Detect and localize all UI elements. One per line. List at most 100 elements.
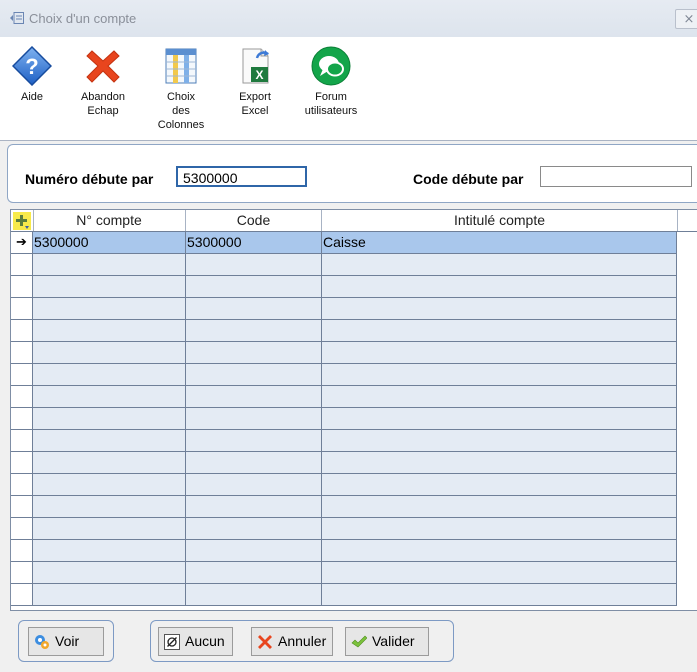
cell-numero[interactable]: [33, 496, 186, 518]
forum-button[interactable]: Forum utilisateurs: [298, 37, 364, 118]
cell-intitule[interactable]: [322, 276, 677, 298]
cell-numero[interactable]: [33, 320, 186, 342]
cell-intitule[interactable]: [322, 452, 677, 474]
row-indicator[interactable]: [11, 452, 33, 474]
cell-code[interactable]: [186, 474, 322, 496]
cell-code[interactable]: [186, 540, 322, 562]
cell-numero[interactable]: [33, 408, 186, 430]
choix-colonnes-button[interactable]: Choix des Colonnes: [150, 37, 212, 132]
aucun-button[interactable]: Aucun: [158, 627, 233, 656]
cell-code[interactable]: [186, 518, 322, 540]
table-row[interactable]: [11, 496, 697, 518]
cell-intitule[interactable]: [322, 320, 677, 342]
table-row[interactable]: [11, 474, 697, 496]
table-row[interactable]: [11, 540, 697, 562]
cell-intitule[interactable]: [322, 254, 677, 276]
cell-numero[interactable]: [33, 298, 186, 320]
table-row[interactable]: [11, 298, 697, 320]
table-row[interactable]: [11, 584, 697, 606]
cell-code[interactable]: 5300000: [186, 232, 322, 254]
cell-code[interactable]: [186, 408, 322, 430]
row-indicator[interactable]: [11, 584, 33, 606]
table-row[interactable]: [11, 518, 697, 540]
table-row[interactable]: [11, 386, 697, 408]
row-indicator[interactable]: [11, 298, 33, 320]
cell-code[interactable]: [186, 584, 322, 606]
row-indicator[interactable]: [11, 474, 33, 496]
cell-code[interactable]: [186, 298, 322, 320]
cell-numero[interactable]: [33, 254, 186, 276]
row-indicator[interactable]: [11, 496, 33, 518]
cell-code[interactable]: [186, 452, 322, 474]
cell-intitule[interactable]: [322, 562, 677, 584]
cell-numero[interactable]: [33, 386, 186, 408]
cell-numero[interactable]: [33, 540, 186, 562]
cell-code[interactable]: [186, 562, 322, 584]
cell-intitule[interactable]: [322, 518, 677, 540]
table-row[interactable]: ➔ 5300000 5300000 Caisse: [11, 232, 697, 254]
table-row[interactable]: [11, 254, 697, 276]
table-row[interactable]: [11, 408, 697, 430]
column-header-code[interactable]: Code: [186, 210, 322, 231]
valider-button[interactable]: Valider: [345, 627, 429, 656]
cell-code[interactable]: [186, 342, 322, 364]
cell-numero[interactable]: 5300000: [33, 232, 186, 254]
row-indicator[interactable]: [11, 430, 33, 452]
row-indicator[interactable]: [11, 408, 33, 430]
close-button[interactable]: ⨯: [675, 9, 697, 29]
cell-intitule[interactable]: [322, 496, 677, 518]
abandon-button[interactable]: Abandon Echap: [72, 37, 134, 118]
add-column-button[interactable]: [11, 210, 34, 231]
row-indicator[interactable]: [11, 276, 33, 298]
cell-numero[interactable]: [33, 342, 186, 364]
cell-numero[interactable]: [33, 518, 186, 540]
export-excel-button[interactable]: X Export Excel: [228, 37, 282, 118]
cell-intitule[interactable]: [322, 298, 677, 320]
cell-code[interactable]: [186, 386, 322, 408]
row-indicator[interactable]: [11, 364, 33, 386]
cell-numero[interactable]: [33, 474, 186, 496]
cell-intitule[interactable]: [322, 430, 677, 452]
cell-intitule[interactable]: [322, 474, 677, 496]
column-header-intitule[interactable]: Intitulé compte: [322, 210, 678, 231]
row-indicator[interactable]: [11, 562, 33, 584]
row-indicator[interactable]: [11, 320, 33, 342]
voir-button[interactable]: Voir: [28, 627, 104, 656]
cell-intitule[interactable]: [322, 584, 677, 606]
cell-intitule[interactable]: [322, 408, 677, 430]
column-header-numero[interactable]: N° compte: [33, 210, 186, 231]
cell-numero[interactable]: [33, 276, 186, 298]
grid-scroll-area[interactable]: [677, 232, 697, 610]
cell-code[interactable]: [186, 364, 322, 386]
cell-intitule[interactable]: [322, 540, 677, 562]
code-input[interactable]: [540, 166, 692, 187]
table-row[interactable]: [11, 320, 697, 342]
cell-intitule[interactable]: [322, 364, 677, 386]
table-row[interactable]: [11, 364, 697, 386]
cell-code[interactable]: [186, 276, 322, 298]
annuler-button[interactable]: Annuler: [251, 627, 333, 656]
table-row[interactable]: [11, 276, 697, 298]
cell-intitule[interactable]: [322, 386, 677, 408]
table-row[interactable]: [11, 342, 697, 364]
cell-code[interactable]: [186, 496, 322, 518]
table-row[interactable]: [11, 452, 697, 474]
aide-button[interactable]: ? Aide: [8, 37, 56, 104]
row-indicator[interactable]: [11, 342, 33, 364]
cell-numero[interactable]: [33, 452, 186, 474]
cell-code[interactable]: [186, 254, 322, 276]
cell-code[interactable]: [186, 430, 322, 452]
row-indicator[interactable]: ➔: [11, 232, 33, 254]
cell-code[interactable]: [186, 320, 322, 342]
cell-intitule[interactable]: Caisse: [322, 232, 677, 254]
cell-intitule[interactable]: [322, 342, 677, 364]
table-row[interactable]: [11, 562, 697, 584]
row-indicator[interactable]: [11, 386, 33, 408]
cell-numero[interactable]: [33, 584, 186, 606]
row-indicator[interactable]: [11, 254, 33, 276]
row-indicator[interactable]: [11, 518, 33, 540]
row-indicator[interactable]: [11, 540, 33, 562]
table-row[interactable]: [11, 430, 697, 452]
numero-input[interactable]: 5300000: [176, 166, 307, 187]
cell-numero[interactable]: [33, 364, 186, 386]
